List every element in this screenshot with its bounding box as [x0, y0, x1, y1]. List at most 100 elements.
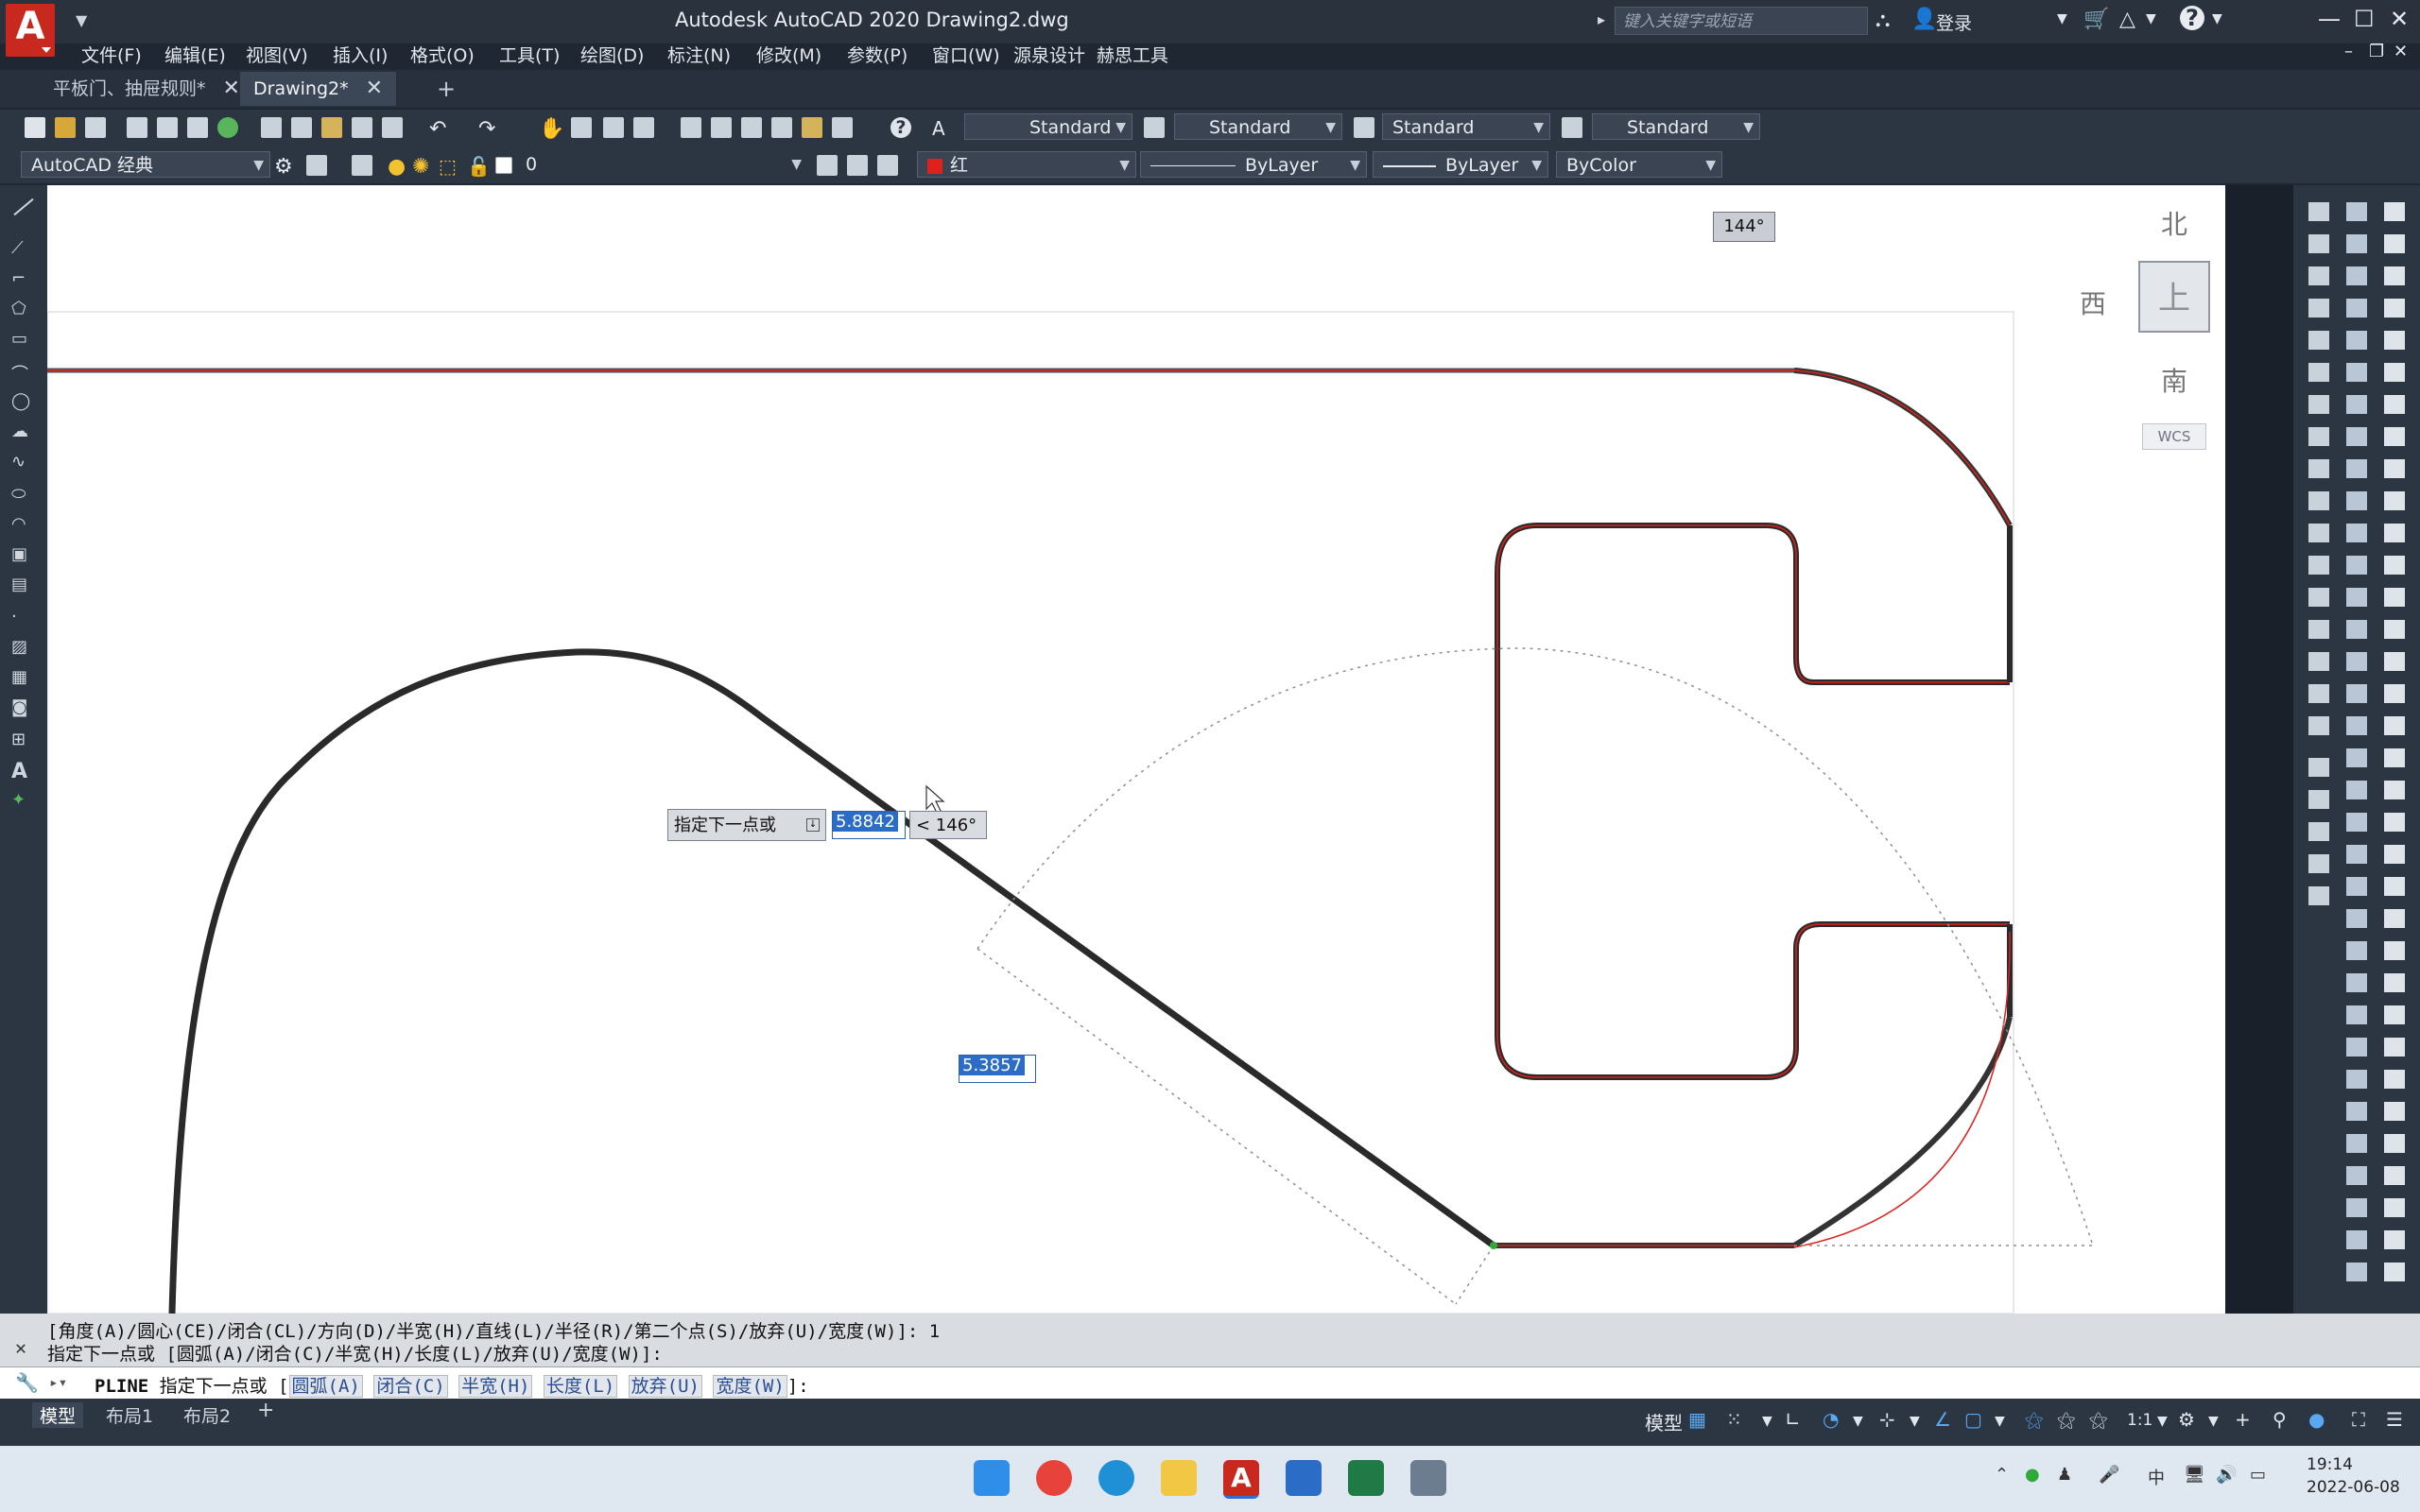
maximize-icon[interactable]: ☐: [2354, 6, 2375, 32]
quick-access-dropdown-icon[interactable]: ▼: [76, 11, 87, 29]
snap-dropdown-icon[interactable]: ▼: [1762, 1414, 1772, 1429]
gradient-icon[interactable]: ▦: [11, 667, 36, 688]
copy-icon[interactable]: [291, 117, 312, 138]
battery-icon[interactable]: ▭: [2250, 1465, 2266, 1485]
command-line[interactable]: 🔧 ▸▾ PLINE 指定下一点或 [圆弧(A) 闭合(C) 半宽(H) 长度(…: [0, 1366, 2420, 1400]
autocad-taskbar-icon[interactable]: A: [1223, 1460, 1259, 1499]
workspace-select[interactable]: AutoCAD 经典 ▼: [21, 151, 270, 178]
cut-icon[interactable]: [261, 117, 282, 138]
option-length[interactable]: 长度(L): [543, 1375, 618, 1398]
properties-icon[interactable]: [681, 117, 701, 138]
publish-icon[interactable]: [187, 117, 208, 138]
text-style-icon[interactable]: A: [932, 117, 953, 140]
polygon-icon[interactable]: ⬠: [11, 299, 36, 319]
help-toolbar-icon[interactable]: ?: [890, 117, 911, 138]
hardware-accel-icon[interactable]: ●: [2308, 1408, 2325, 1431]
options-arrow-icon[interactable]: ↓: [806, 818, 820, 832]
autocad-logo-icon[interactable]: A: [6, 4, 55, 57]
menu-file[interactable]: 文件(F): [81, 42, 142, 67]
tab-close-icon[interactable]: ✕: [223, 77, 240, 100]
menu-modify[interactable]: 修改(M): [756, 42, 821, 67]
menu-tools[interactable]: 工具(T): [499, 42, 560, 67]
new-tab-button[interactable]: +: [424, 72, 469, 106]
app-exchange-icon[interactable]: △: [2119, 8, 2135, 31]
text-style-select[interactable]: Standard ▼: [964, 113, 1132, 140]
menu-yuanquan[interactable]: 源泉设计: [1013, 42, 1085, 67]
exchange-dropdown-icon[interactable]: ▼: [2146, 11, 2156, 26]
layer-properties-icon[interactable]: [352, 155, 372, 176]
doc-minimize-icon[interactable]: –: [2344, 42, 2353, 61]
markup-icon[interactable]: [802, 117, 822, 138]
zoom-window-icon[interactable]: [603, 117, 624, 138]
polar-dropdown-icon[interactable]: ▼: [1853, 1414, 1863, 1429]
table-style-select[interactable]: Standard ▼: [1382, 113, 1550, 140]
microphone-icon[interactable]: 🎤: [2099, 1465, 2119, 1485]
new-file-icon[interactable]: [25, 117, 45, 138]
isolate-objects-icon[interactable]: ⚲: [2273, 1408, 2287, 1431]
print-preview-icon[interactable]: [157, 117, 178, 138]
auto-scale-icon[interactable]: ⚝: [2057, 1408, 2075, 1431]
revcloud-icon[interactable]: ☁: [11, 421, 36, 442]
search-expand-icon[interactable]: ▸: [1598, 10, 1605, 28]
cart-icon[interactable]: 🛒: [2083, 8, 2109, 31]
command-close-icon[interactable]: ✕: [15, 1336, 26, 1359]
mtext-icon[interactable]: A: [11, 760, 36, 783]
tab-layout2[interactable]: 布局2: [183, 1402, 231, 1428]
layer-states-icon[interactable]: [877, 155, 898, 176]
qq-icon[interactable]: ♟: [2057, 1465, 2072, 1485]
binoculars-icon[interactable]: ⛬: [1876, 9, 1890, 32]
dim-style-icon[interactable]: [1144, 117, 1165, 138]
model-space-label[interactable]: 模型: [1645, 1408, 1683, 1435]
workspace-save-icon[interactable]: [306, 155, 327, 176]
drawing-canvas[interactable]: [47, 185, 2225, 1314]
menu-parametric[interactable]: 参数(P): [847, 42, 908, 67]
viewcube-west[interactable]: 西: [2080, 284, 2106, 321]
angle-input[interactable]: < 146°: [909, 811, 987, 839]
lock-icon[interactable]: 🔓: [467, 155, 491, 178]
tool-palettes-icon[interactable]: [741, 117, 762, 138]
excel-icon[interactable]: [1348, 1460, 1384, 1496]
object-snap-tracking-icon[interactable]: ∠: [1934, 1408, 1951, 1431]
menu-edit[interactable]: 编辑(E): [164, 42, 226, 67]
sun-icon[interactable]: ✺: [412, 155, 433, 179]
workspace-switch-icon[interactable]: ⚙: [2178, 1408, 2195, 1431]
remote-desktop-icon[interactable]: [1410, 1460, 1446, 1496]
pan-icon[interactable]: ✋: [539, 117, 564, 141]
search-input[interactable]: 键入关键字或短语: [1615, 7, 1868, 35]
plotstyle-select[interactable]: ByColor ▼: [1556, 151, 1722, 178]
lineweight-select[interactable]: ByLayer ▼: [1373, 151, 1548, 178]
tab-drawing2[interactable]: Drawing2* ✕: [240, 72, 397, 106]
linetype-select[interactable]: ByLayer ▼: [1140, 151, 1367, 178]
multileader-style-select[interactable]: Standard ▼: [1592, 113, 1760, 140]
polyline-icon[interactable]: ⌐: [11, 268, 36, 289]
object-snap-icon[interactable]: ▢: [1964, 1408, 1982, 1431]
layer-previous-icon[interactable]: [847, 155, 868, 176]
ime-indicator[interactable]: 中: [2148, 1465, 2165, 1489]
viewcube-north[interactable]: 北: [2161, 204, 2187, 242]
option-halfwidth[interactable]: 半宽(H): [458, 1375, 533, 1398]
viewcube-south[interactable]: 南: [2161, 361, 2187, 399]
help-dropdown-icon[interactable]: ▼: [2212, 11, 2222, 26]
table-style-icon[interactable]: [1354, 117, 1374, 138]
insert-block-icon[interactable]: ▣: [11, 544, 36, 565]
table-icon[interactable]: ⊞: [11, 730, 36, 750]
construction-line-icon[interactable]: ⟋: [11, 238, 36, 259]
gear-icon[interactable]: ⚙: [274, 155, 295, 179]
viewport-freeze-icon[interactable]: ⬚: [439, 155, 459, 178]
ucs-menu[interactable]: WCS: [2142, 423, 2206, 450]
customize-menu-icon[interactable]: ☰: [2386, 1408, 2403, 1431]
3d-dwf-icon[interactable]: [217, 117, 238, 138]
arc-icon[interactable]: ⌒: [11, 361, 36, 385]
add-layout-button[interactable]: +: [257, 1399, 274, 1422]
ortho-icon[interactable]: ∟: [1785, 1408, 1801, 1431]
calculator-icon[interactable]: [832, 117, 853, 138]
grid-icon[interactable]: ▦: [1688, 1408, 1706, 1431]
ellipse-icon[interactable]: ⬭: [11, 484, 36, 505]
open-file-icon[interactable]: [55, 117, 76, 138]
spline-icon[interactable]: ∿: [11, 452, 36, 472]
file-explorer-icon[interactable]: [1161, 1460, 1197, 1496]
edge-icon[interactable]: [1098, 1460, 1134, 1496]
clock-date[interactable]: 2022-06-08: [2307, 1478, 2400, 1497]
circle-icon[interactable]: ◯: [11, 391, 36, 412]
menu-insert[interactable]: 插入(I): [333, 42, 388, 67]
